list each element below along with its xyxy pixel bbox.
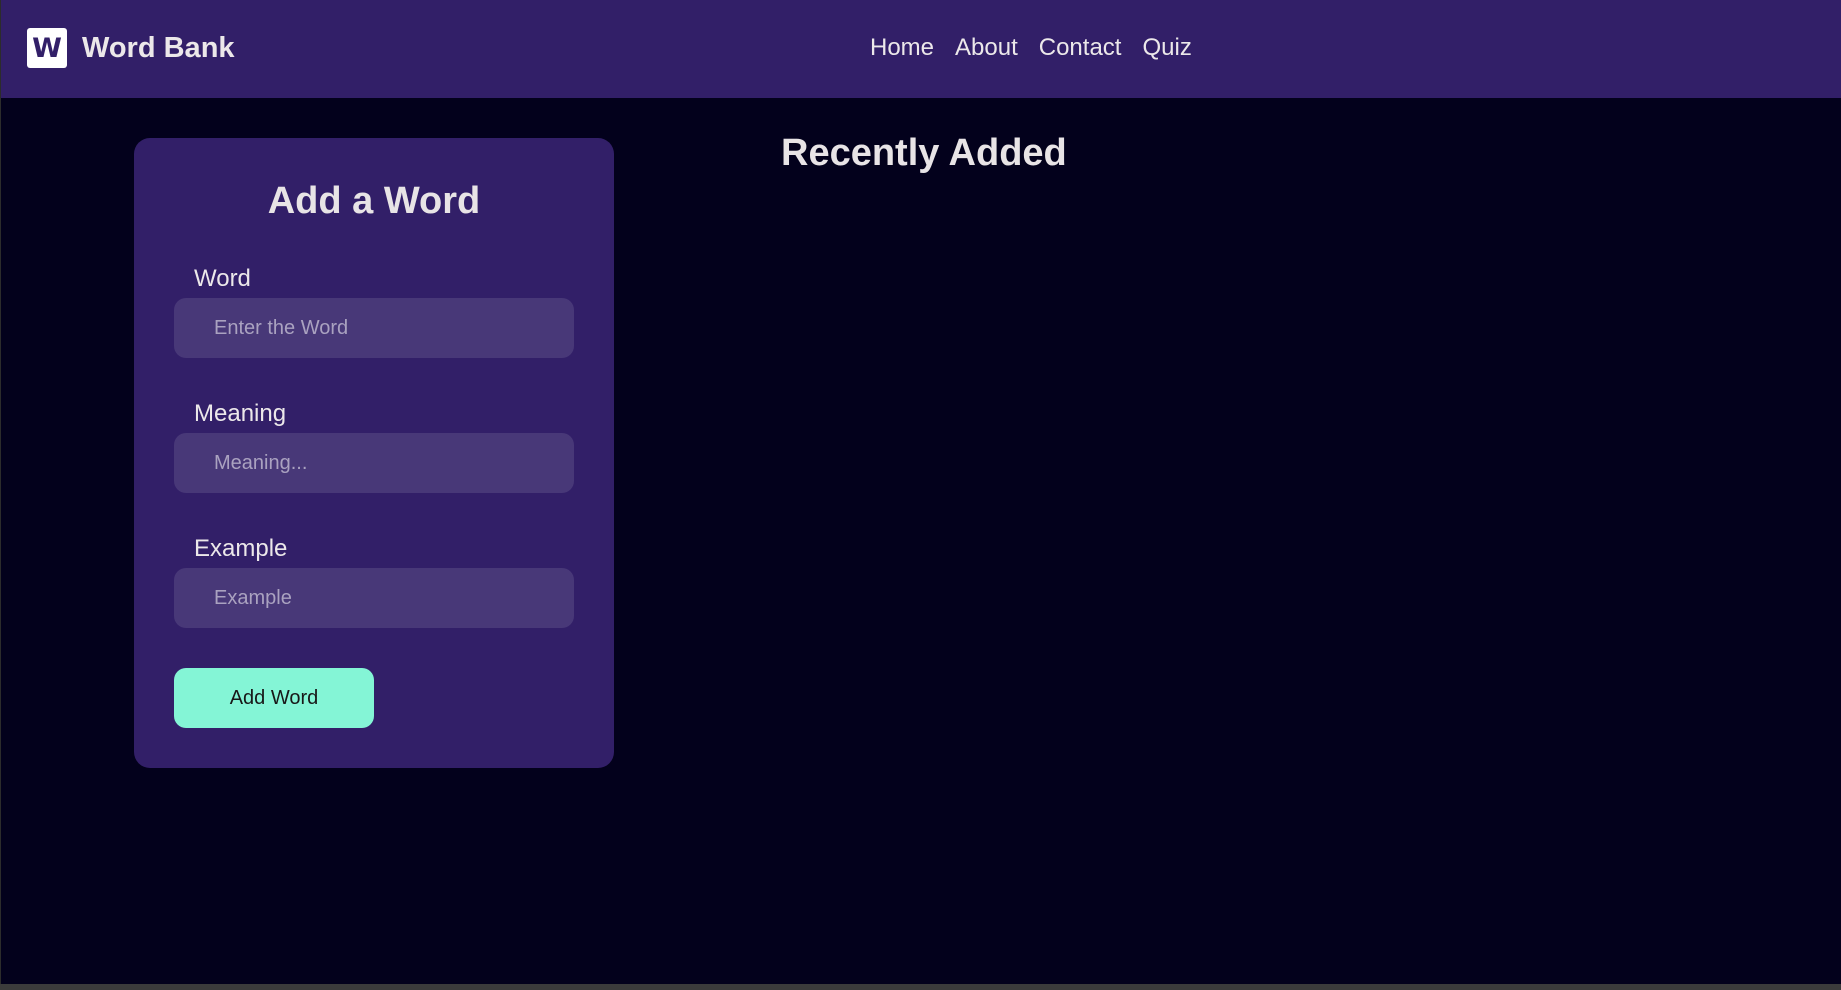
word-bank-logo-icon: W <box>27 28 67 68</box>
meaning-input[interactable] <box>174 433 574 493</box>
app-root: W Word Bank Home About Contact Quiz Add … <box>0 0 1841 984</box>
meaning-label: Meaning <box>194 400 287 427</box>
navbar: W Word Bank Home About Contact Quiz <box>1 0 1841 98</box>
bottom-window-edge <box>0 984 1841 990</box>
add-word-title: Add a Word <box>267 180 481 222</box>
add-word-card: Add a Word Word Meaning Example Add Word <box>134 138 614 768</box>
example-label: Example <box>194 535 288 562</box>
nav-link-home[interactable]: Home <box>870 34 934 62</box>
word-input[interactable] <box>174 298 574 358</box>
nav-link-about[interactable]: About <box>955 34 1018 62</box>
nav-link-quiz[interactable]: Quiz <box>1142 34 1191 62</box>
word-label: Word <box>194 265 251 292</box>
brand[interactable]: W Word Bank <box>27 28 235 68</box>
example-input[interactable] <box>174 568 574 628</box>
brand-name: Word Bank <box>82 31 235 64</box>
nav-link-contact[interactable]: Contact <box>1039 34 1122 62</box>
logo-letter: W <box>32 32 62 64</box>
add-word-button[interactable]: Add Word <box>174 668 374 728</box>
nav-links: Home About Contact Quiz <box>870 34 1192 62</box>
recently-added-title: Recently Added <box>781 132 1067 174</box>
